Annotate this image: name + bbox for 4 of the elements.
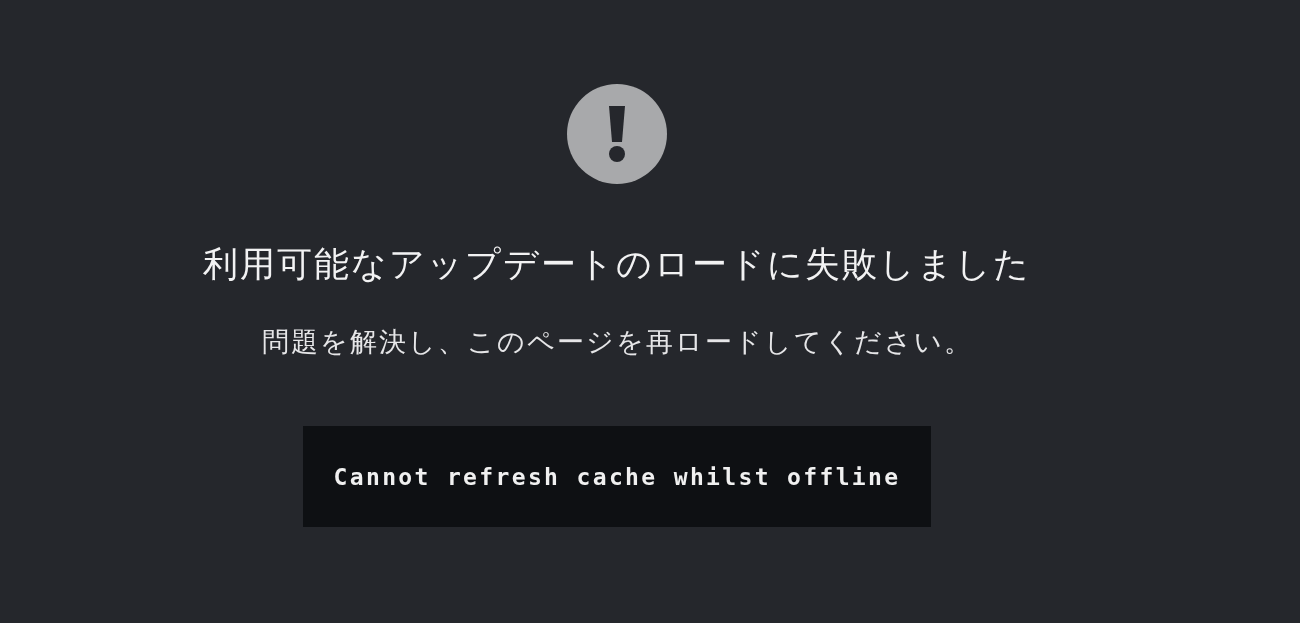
error-title: 利用可能なアップデートのロードに失敗しました: [203, 243, 1031, 285]
error-detail-block: Cannot refresh cache whilst offline: [303, 426, 931, 527]
alert-icon: [567, 84, 667, 184]
error-message: 問題を解決し、このページを再ロードしてください。: [261, 325, 973, 359]
